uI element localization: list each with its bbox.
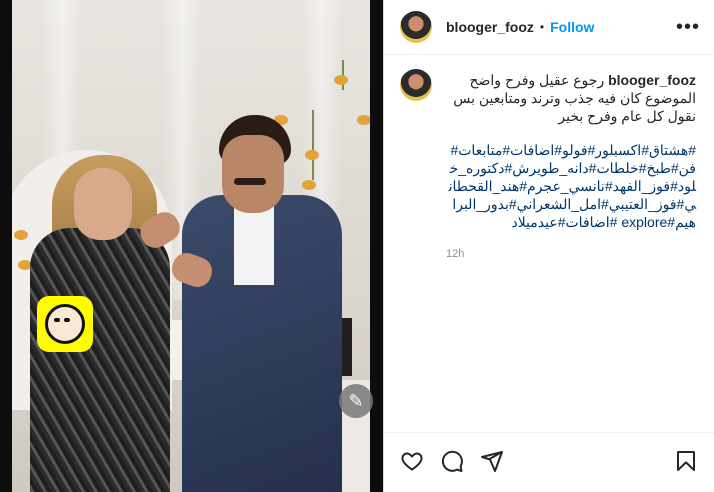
caption-hashtags[interactable]: #هشتاق#اكسبلور#فولو#اضافات#متابعات#فن#طب… xyxy=(446,141,696,231)
username-link[interactable]: blooger_fooz xyxy=(446,19,534,35)
caption-username-link[interactable]: blooger_fooz xyxy=(608,72,696,88)
heart-icon[interactable] xyxy=(400,449,424,473)
snapcode-ghost-icon xyxy=(45,304,85,344)
caption: blooger_fooz رجوع عقيل وفرح واضح الموضوع… xyxy=(384,55,714,263)
separator-dot: • xyxy=(539,20,545,34)
snapcode-sticker xyxy=(37,296,93,352)
pencil-icon[interactable]: ✎ xyxy=(339,384,373,418)
post-timestamp[interactable]: 12h xyxy=(446,245,696,263)
woman-face xyxy=(74,168,132,240)
flower-decor xyxy=(334,75,348,85)
flower-stem xyxy=(312,110,314,180)
woman-dress xyxy=(30,228,170,492)
post-media[interactable]: ✎ xyxy=(0,0,383,492)
flower-decor xyxy=(305,150,319,160)
caption-body: blooger_fooz رجوع عقيل وفرح واضح الموضوع… xyxy=(446,71,696,263)
share-icon[interactable] xyxy=(480,449,504,473)
video-frame[interactable] xyxy=(12,0,370,492)
man-face xyxy=(222,135,284,213)
flower-decor xyxy=(14,230,28,240)
flower-decor xyxy=(302,180,316,190)
bookmark-icon[interactable] xyxy=(674,449,698,473)
man-shirt xyxy=(234,205,274,285)
flower-decor xyxy=(357,115,370,125)
post-details-panel: blooger_fooz • Follow ••• blooger_fooz ر… xyxy=(383,0,714,492)
follow-button[interactable]: Follow xyxy=(550,19,594,35)
comment-icon[interactable] xyxy=(440,449,464,473)
man-mustache xyxy=(234,178,266,185)
post-header: blooger_fooz • Follow ••• xyxy=(384,0,714,55)
action-bar xyxy=(384,432,714,488)
avatar[interactable] xyxy=(400,11,432,43)
caption-avatar[interactable] xyxy=(400,69,432,101)
more-options-icon[interactable]: ••• xyxy=(676,17,700,37)
